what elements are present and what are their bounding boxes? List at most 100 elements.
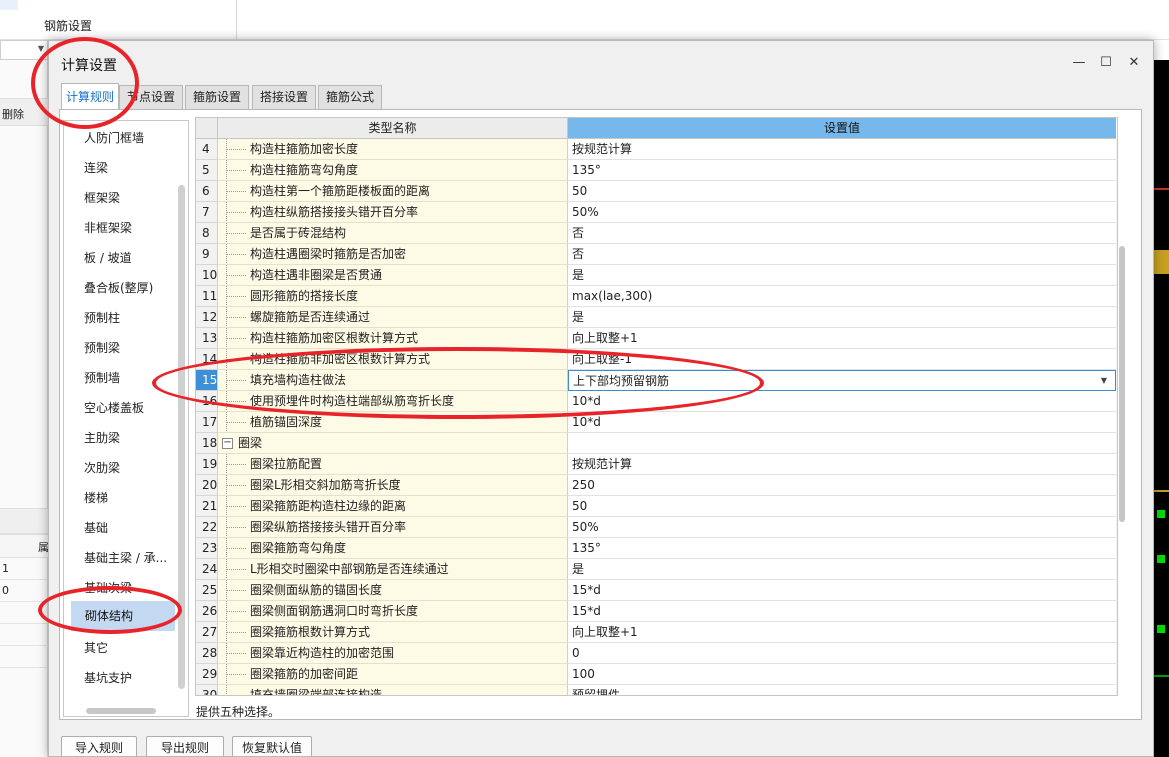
category-item[interactable]: 连梁 [64,153,176,183]
setting-value-cell[interactable]: 50 [568,496,1116,517]
type-name-cell[interactable]: L形相交时圈梁中部钢筋是否连续通过 [218,559,568,580]
type-name-cell[interactable]: 圈梁箍筋弯勾角度 [218,538,568,559]
category-item[interactable]: 基础主梁 / 承... [64,543,176,573]
background-combo[interactable]: ▼ [0,40,48,60]
type-name-cell[interactable]: 圆形箍筋的搭接长度 [218,286,568,307]
type-name-cell[interactable]: 构造柱箍筋加密长度 [218,139,568,160]
category-item[interactable]: 预制梁 [64,333,176,363]
setting-value-cell[interactable]: 否 [568,244,1116,265]
setting-value-cell[interactable]: 否 [568,223,1116,244]
setting-value-cell[interactable]: 100 [568,664,1116,685]
category-item[interactable]: 空心楼盖板 [64,393,176,423]
setting-value-cell[interactable]: 10*d [568,412,1116,433]
maximize-icon[interactable]: ☐ [1096,53,1116,73]
type-name-cell[interactable]: 螺旋箍筋是否连续通过 [218,307,568,328]
table-row[interactable]: 5 构造柱箍筋弯勾角度 135° [196,160,1116,181]
table-row[interactable]: 17 植筋锚固深度 10*d [196,412,1116,433]
type-name-cell[interactable]: 圈梁拉筋配置 [218,454,568,475]
type-name-cell[interactable]: 圈梁侧面纵筋的锚固长度 [218,580,568,601]
type-name-cell[interactable]: − 圈梁 [218,433,568,454]
category-item[interactable]: 预制柱 [64,303,176,333]
category-item[interactable]: 其它 [64,633,176,663]
type-name-cell[interactable]: 构造柱遇圈梁时箍筋是否加密 [218,244,568,265]
table-row[interactable]: 23 圈梁箍筋弯勾角度 135° [196,538,1116,559]
table-row[interactable]: 21 圈梁箍筋距构造柱边缘的距离 50 [196,496,1116,517]
table-row[interactable]: 29 圈梁箍筋的加密间距 100 [196,664,1116,685]
setting-value-cell[interactable]: 50% [568,517,1116,538]
delete-button[interactable]: 删除 [2,106,24,122]
table-row[interactable] [0,624,48,646]
table-row[interactable]: 24 L形相交时圈梁中部钢筋是否连续通过 是 [196,559,1116,580]
table-row[interactable]: 10 构造柱遇非圈梁是否贯通 是 [196,265,1116,286]
table-row[interactable]: 13 构造柱箍筋加密区根数计算方式 向上取整+1 [196,328,1116,349]
setting-value-cell[interactable]: 135° [568,160,1116,181]
category-item[interactable]: 基础 [64,513,176,543]
table-row[interactable]: 1 [0,558,48,580]
setting-value-cell[interactable]: 按规范计算 [568,139,1116,160]
type-name-cell[interactable]: 填充墙构造柱做法 [218,370,568,391]
type-name-cell[interactable]: 构造柱纵筋搭接接头错开百分率 [218,202,568,223]
setting-value-cell[interactable]: 是 [568,559,1116,580]
table-row[interactable]: 8 是否属于砖混结构 否 [196,223,1116,244]
category-item[interactable]: 板 / 坡道 [64,243,176,273]
table-row[interactable]: 26 圈梁侧面钢筋遇洞口时弯折长度 15*d [196,601,1116,622]
grid-vertical-scrollbar[interactable] [1119,246,1125,522]
tab-stirrup-settings[interactable]: 箍筋设置 [185,85,249,109]
type-name-cell[interactable]: 构造柱箍筋弯勾角度 [218,160,568,181]
table-row[interactable]: 30 填充墙圈梁端部连接构造 预留埋件 [196,685,1116,695]
type-name-cell[interactable]: 构造柱箍筋加密区根数计算方式 [218,328,568,349]
table-row[interactable]: 28 圈梁靠近构造柱的加密范围 0 [196,643,1116,664]
table-row[interactable] [0,602,48,624]
type-name-cell[interactable]: 植筋锚固深度 [218,412,568,433]
type-name-cell[interactable]: 圈梁箍筋距构造柱边缘的距离 [218,496,568,517]
table-row[interactable] [0,646,48,668]
type-name-cell[interactable]: 圈梁靠近构造柱的加密范围 [218,643,568,664]
table-row[interactable]: 15 填充墙构造柱做法 上下部均预留钢筋 ▼ [196,370,1116,391]
minimize-icon[interactable]: — [1069,53,1089,73]
category-item-selected[interactable]: 砌体结构 [71,601,175,631]
category-item[interactable]: 人防门框墙 [64,123,176,153]
table-row[interactable]: 9 构造柱遇圈梁时箍筋是否加密 否 [196,244,1116,265]
drawing-canvas[interactable] [1154,60,1169,757]
table-row[interactable]: 20 圈梁L形相交斜加筋弯折长度 250 [196,475,1116,496]
category-item[interactable]: 框架梁 [64,183,176,213]
setting-value-cell[interactable]: 135° [568,538,1116,559]
tab-calc-rules[interactable]: 计算规则 [61,83,119,109]
setting-value-cell[interactable]: 0 [568,643,1116,664]
setting-value-cell[interactable]: 向上取整+1 [568,622,1116,643]
type-name-cell[interactable]: 圈梁L形相交斜加筋弯折长度 [218,475,568,496]
table-row[interactable]: 16 使用预埋件时构造柱端部纵筋弯折长度 10*d [196,391,1116,412]
category-item[interactable]: 楼梯 [64,483,176,513]
table-row[interactable]: 0 [0,580,48,602]
type-name-cell[interactable]: 圈梁侧面钢筋遇洞口时弯折长度 [218,601,568,622]
table-row[interactable]: 22 圈梁纵筋搭接接头错开百分率 50% [196,517,1116,538]
category-horizontal-scrollbar[interactable] [86,708,156,714]
table-row[interactable]: 14 构造柱箍筋非加密区根数计算方式 向上取整-1 [196,349,1116,370]
type-name-cell[interactable]: 构造柱箍筋非加密区根数计算方式 [218,349,568,370]
tab-lap-settings[interactable]: 搭接设置 [252,85,316,109]
import-rules-button[interactable]: 导入规则 [61,736,137,756]
type-name-cell[interactable]: 是否属于砖混结构 [218,223,568,244]
close-icon[interactable]: ✕ [1124,53,1144,73]
setting-value-cell[interactable]: 是 [568,265,1116,286]
setting-value-cell[interactable]: 向上取整+1 [568,328,1116,349]
tab-stirrup-formula[interactable]: 箍筋公式 [318,85,382,109]
category-item[interactable]: 预制墙 [64,363,176,393]
table-row[interactable]: 7 构造柱纵筋搭接接头错开百分率 50% [196,202,1116,223]
category-item[interactable]: 叠合板(整厚) [64,273,176,303]
table-row[interactable]: 19 圈梁拉筋配置 按规范计算 [196,454,1116,475]
type-name-cell[interactable]: 使用预埋件时构造柱端部纵筋弯折长度 [218,391,568,412]
table-row[interactable]: 11 圆形箍筋的搭接长度 max(lae,300) [196,286,1116,307]
setting-value-cell[interactable]: 15*d [568,580,1116,601]
setting-value-cell[interactable]: 50 [568,181,1116,202]
type-name-cell[interactable]: 构造柱第一个箍筋距楼板面的距离 [218,181,568,202]
table-row[interactable]: 6 构造柱第一个箍筋距楼板面的距离 50 [196,181,1116,202]
setting-value-cell[interactable]: 250 [568,475,1116,496]
tab-node-settings[interactable]: 节点设置 [119,85,183,109]
table-row[interactable]: 27 圈梁箍筋根数计算方式 向上取整+1 [196,622,1116,643]
type-name-cell[interactable]: 圈梁纵筋搭接接头错开百分率 [218,517,568,538]
setting-value-dropdown[interactable]: 上下部均预留钢筋 ▼ [568,370,1116,391]
category-item[interactable]: 基坑支护 [64,663,176,693]
type-name-cell[interactable]: 圈梁箍筋根数计算方式 [218,622,568,643]
table-row[interactable]: 4 构造柱箍筋加密长度 按规范计算 [196,139,1116,160]
